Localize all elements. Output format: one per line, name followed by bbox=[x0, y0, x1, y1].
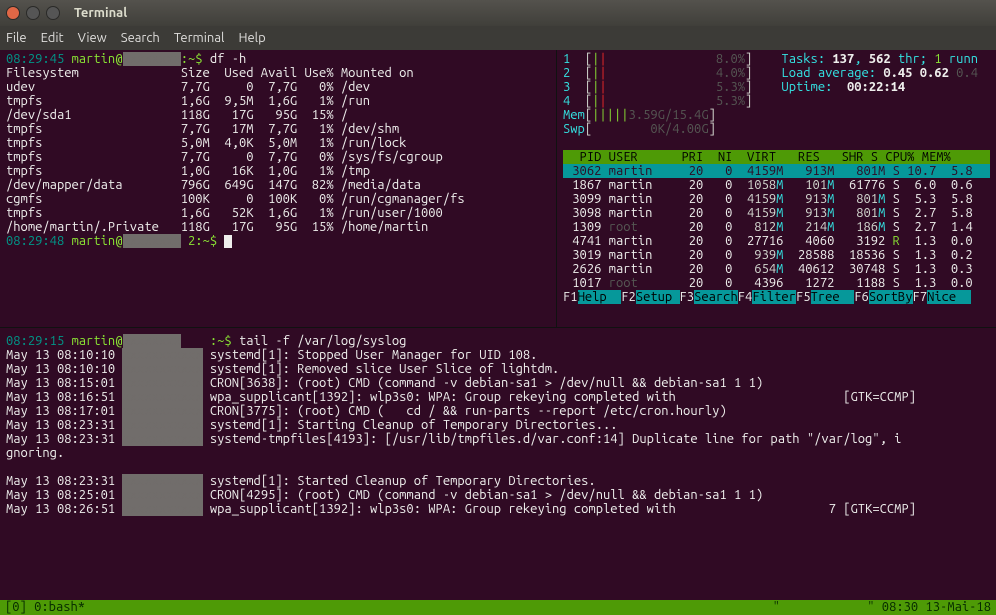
cursor bbox=[224, 235, 232, 248]
window-titlebar: Terminal bbox=[0, 0, 996, 26]
process-row[interactable]: 1309 root 20 0 812M 214M 186M S 2.7 1.4 bbox=[563, 220, 990, 234]
menu-file[interactable]: File bbox=[6, 31, 27, 45]
status-right: " " 08:30 13-Mai-18 bbox=[773, 600, 991, 615]
pane-df[interactable]: 08:29:45 martin@xxxxxxxx:~$ df -h Filesy… bbox=[6, 52, 554, 248]
fkey-F7[interactable]: F7 bbox=[913, 290, 928, 304]
close-window-icon[interactable] bbox=[6, 6, 20, 20]
process-row[interactable]: 3062 martin 20 0 4159M 913M 801M S 10.7 … bbox=[563, 164, 990, 178]
fkey-F4[interactable]: F4 bbox=[738, 290, 753, 304]
menubar: File Edit View Search Terminal Help bbox=[0, 26, 996, 50]
fkey-F2[interactable]: F2 bbox=[621, 290, 636, 304]
process-row[interactable]: 3019 martin 20 0 939M 28588 18536 S 1.3 … bbox=[563, 248, 990, 262]
minimize-window-icon[interactable] bbox=[26, 6, 40, 20]
process-row[interactable]: 1867 martin 20 0 1058M 101M 61776 S 6.0 … bbox=[563, 178, 990, 192]
pane-vertical-split[interactable] bbox=[556, 50, 557, 327]
fkey-F5[interactable]: F5 bbox=[796, 290, 811, 304]
process-row[interactable]: 4741 martin 20 0 27716 4060 3192 R 1.3 0… bbox=[563, 234, 990, 248]
menu-search[interactable]: Search bbox=[121, 31, 160, 45]
process-row[interactable]: 3098 martin 20 0 4159M 913M 801M S 2.7 5… bbox=[563, 206, 990, 220]
process-row[interactable]: 1017 root 20 0 4396 1272 1188 S 1.3 0.0 bbox=[563, 276, 990, 290]
menu-view[interactable]: View bbox=[78, 31, 107, 45]
fkey-F6[interactable]: F6 bbox=[854, 290, 869, 304]
htop-header: PID USER PRI NI VIRT RES SHR S CPU% MEM% bbox=[563, 150, 990, 164]
maximize-window-icon[interactable] bbox=[46, 6, 60, 20]
menu-edit[interactable]: Edit bbox=[41, 31, 64, 45]
pane-syslog[interactable]: 08:29:15 martin@xxxxxxxx :~$ tail -f /va… bbox=[6, 334, 990, 516]
window-title: Terminal bbox=[74, 6, 127, 20]
pane-htop[interactable]: 1 [|| 8.0%] Tasks: 137, 562 thr; 1 runn … bbox=[563, 52, 990, 304]
process-row[interactable]: 3099 martin 20 0 4159M 913M 801M S 5.3 5… bbox=[563, 192, 990, 206]
tmux-statusbar: [0] 0:bash* " " 08:30 13-Mai-18 bbox=[0, 600, 996, 615]
process-row[interactable]: 2626 martin 20 0 654M 40612 30748 S 1.3 … bbox=[563, 262, 990, 276]
menu-help[interactable]: Help bbox=[238, 31, 265, 45]
htop-fkeys: F1Help F2Setup F3SearchF4FilterF5Tree F6… bbox=[563, 290, 971, 304]
fkey-F3[interactable]: F3 bbox=[680, 290, 695, 304]
fkey-F1[interactable]: F1 bbox=[563, 290, 578, 304]
pane-horizontal-split[interactable] bbox=[0, 327, 996, 328]
status-left: [0] 0:bash* bbox=[5, 600, 85, 615]
menu-terminal[interactable]: Terminal bbox=[174, 31, 225, 45]
